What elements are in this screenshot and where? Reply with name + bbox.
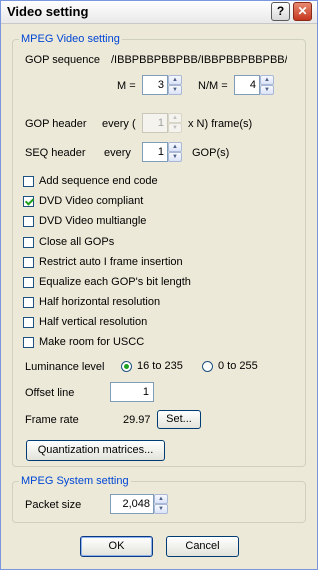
quantization-matrices-button[interactable]: Quantization matrices...	[26, 440, 165, 461]
checkbox-box[interactable]	[23, 276, 34, 288]
video-setting-dialog: Video setting ? ✕ MPEG Video setting GOP…	[0, 0, 318, 570]
checkbox-half-horizontal-resolution[interactable]: Half horizontal resolution	[23, 296, 160, 308]
frame-rate-label: Frame rate	[25, 414, 79, 426]
spin-down-icon[interactable]: ▼	[260, 85, 274, 95]
gop-sequence-value: /IBBPBBPBBPBB/IBBPBBPBBPBB/	[111, 54, 287, 66]
radio-luminance-0-255[interactable]: 0 to 255	[202, 360, 258, 372]
offset-line-input[interactable]: 1	[110, 382, 154, 402]
m-input[interactable]: 3	[142, 75, 168, 95]
spin-up-icon[interactable]: ▲	[168, 142, 182, 152]
checkbox-box[interactable]	[23, 296, 34, 308]
spin-up-icon: ▲	[168, 113, 182, 123]
ok-button[interactable]: OK	[80, 536, 153, 557]
checkbox-label: Add sequence end code	[39, 175, 158, 187]
checkbox-label: Equalize each GOP's bit length	[39, 276, 191, 288]
checkbox-box[interactable]	[23, 236, 34, 248]
checkbox-close-all-gops[interactable]: Close all GOPs	[23, 236, 114, 248]
title-bar[interactable]: Video setting ? ✕	[1, 1, 317, 24]
checkbox-label: Close all GOPs	[39, 236, 115, 248]
help-icon: ?	[276, 4, 285, 18]
gop-header-label: GOP header	[25, 118, 87, 130]
seq-header-input[interactable]: 1	[142, 142, 168, 162]
checkbox-box[interactable]	[23, 256, 34, 268]
gop-sequence-label: GOP sequence	[25, 54, 101, 66]
spin-up-icon[interactable]: ▲	[154, 494, 168, 504]
close-icon: ✕	[297, 4, 308, 18]
m-spinner[interactable]: ▲ ▼	[168, 75, 182, 95]
nm-spinner[interactable]: ▲ ▼	[260, 75, 274, 95]
checkbox-box[interactable]	[23, 336, 34, 348]
checkbox-dvd-video-compliant[interactable]: DVD Video compliant	[23, 195, 143, 207]
checkbox-dvd-video-multiangle[interactable]: DVD Video multiangle	[23, 215, 146, 227]
offset-line-label: Offset line	[25, 387, 75, 399]
cancel-button[interactable]: Cancel	[166, 536, 239, 557]
spin-down-icon[interactable]: ▼	[168, 152, 182, 162]
spin-down-icon: ▼	[168, 123, 182, 133]
m-label: M =	[117, 80, 136, 92]
spin-up-icon[interactable]: ▲	[260, 75, 274, 85]
help-button[interactable]: ?	[271, 2, 290, 21]
spin-up-icon[interactable]: ▲	[168, 75, 182, 85]
checkbox-label: Half horizontal resolution	[39, 296, 161, 308]
mpeg-video-group: MPEG Video setting	[12, 33, 306, 467]
checkbox-restrict-auto-i-frame[interactable]: Restrict auto I frame insertion	[23, 256, 183, 268]
dialog-title: Video setting	[7, 4, 89, 19]
mpeg-system-legend: MPEG System setting	[21, 475, 129, 487]
nm-input[interactable]: 4	[234, 75, 260, 95]
checkbox-label: Restrict auto I frame insertion	[39, 256, 183, 268]
checkbox-box-checked[interactable]	[23, 195, 34, 207]
checkbox-label: DVD Video multiangle	[39, 215, 147, 227]
checkbox-half-vertical-resolution[interactable]: Half vertical resolution	[23, 316, 147, 328]
radio-luminance-16-235[interactable]: 16 to 235	[121, 360, 183, 372]
seq-header-label: SEQ header	[25, 147, 86, 159]
checkbox-label: DVD Video compliant	[39, 195, 144, 207]
checkbox-box[interactable]	[23, 215, 34, 227]
close-button[interactable]: ✕	[293, 2, 312, 21]
frame-rate-set-button[interactable]: Set...	[157, 410, 201, 429]
luminance-label: Luminance level	[25, 361, 105, 373]
gop-header-input: 1	[142, 113, 168, 133]
checkbox-box[interactable]	[23, 316, 34, 328]
checkbox-make-room-for-uscc[interactable]: Make room for USCC	[23, 336, 144, 348]
radio-circle[interactable]	[202, 360, 213, 372]
spin-down-icon[interactable]: ▼	[154, 504, 168, 514]
packet-size-label: Packet size	[25, 499, 82, 511]
checkbox-add-sequence-end-code[interactable]: Add sequence end code	[23, 175, 158, 187]
gop-header-suffix: x N) frame(s)	[188, 118, 253, 130]
mpeg-video-legend: MPEG Video setting	[21, 33, 120, 45]
seq-header-spinner[interactable]: ▲ ▼	[168, 142, 182, 162]
radio-circle-selected[interactable]	[121, 360, 132, 372]
checkbox-label: Half vertical resolution	[39, 316, 148, 328]
spin-down-icon[interactable]: ▼	[168, 85, 182, 95]
radio-label: 16 to 235	[137, 360, 183, 372]
frame-rate-value: 29.97	[123, 414, 151, 426]
gop-header-every: every (	[102, 118, 136, 130]
checkbox-equalize-gop-bit-length[interactable]: Equalize each GOP's bit length	[23, 276, 191, 288]
nm-label: N/M =	[198, 80, 228, 92]
checkbox-box[interactable]	[23, 175, 34, 187]
radio-label: 0 to 255	[218, 360, 258, 372]
seq-header-suffix: GOP(s)	[192, 147, 230, 159]
packet-size-input[interactable]: 2,048	[110, 494, 154, 514]
seq-header-every: every	[104, 147, 131, 159]
gop-header-spinner: ▲ ▼	[168, 113, 182, 133]
checkbox-label: Make room for USCC	[39, 336, 145, 348]
packet-size-spinner[interactable]: ▲ ▼	[154, 494, 168, 514]
